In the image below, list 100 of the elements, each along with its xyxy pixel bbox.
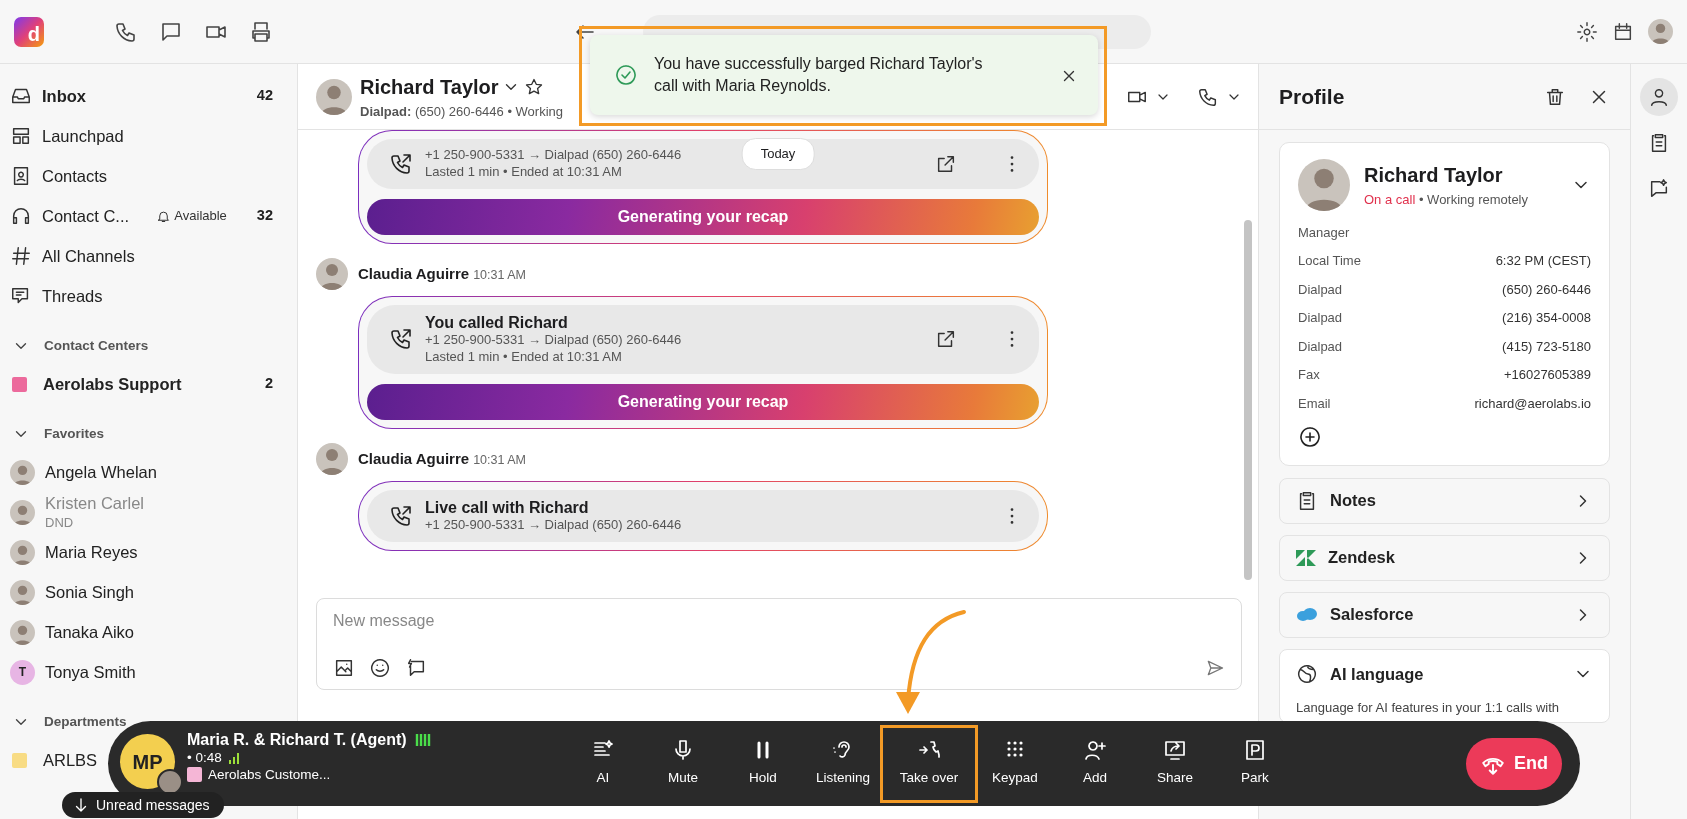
calendar-icon[interactable] [1612, 20, 1634, 43]
printer-icon[interactable] [249, 19, 273, 44]
sidebar-item[interactable]: ARLBS [0, 740, 98, 780]
sidebar-item[interactable]: Launchpad [0, 116, 297, 156]
recap-button[interactable]: Generating your recap [367, 383, 1039, 420]
call-control[interactable]: Park [1215, 730, 1295, 797]
parking-icon [1243, 738, 1267, 763]
field-value: (216) 354-0008 [1502, 309, 1591, 327]
panel-section[interactable]: AI language Language for AI features in your 1:1 calls with [1279, 648, 1610, 723]
call-control[interactable]: Share [1135, 730, 1215, 797]
profile-name: Richard Taylor [1364, 163, 1504, 189]
end-call-button[interactable]: End [1466, 737, 1562, 790]
contact-subtitle: Dialpad: (650) 260-6446 • Working [360, 102, 564, 121]
section-description: Language for AI features in your 1:1 calls with [1296, 699, 1561, 718]
layout-icon [10, 125, 32, 147]
avatar [10, 459, 35, 485]
emoji-icon[interactable] [369, 657, 391, 679]
call-control[interactable]: AI [563, 730, 643, 797]
sidebar-item[interactable]: Tanaka Aiko [0, 612, 134, 652]
headset-icon [10, 205, 32, 227]
panel-title: Profile [1279, 83, 1346, 110]
hash-icon [10, 245, 32, 267]
add-icon[interactable] [1298, 424, 1322, 449]
date-divider: Today [741, 138, 815, 170]
globe-icon [1296, 662, 1318, 685]
toast-message: You have successfully barged Richard Taylor's call with Maria Reynolds. [654, 53, 984, 96]
audio-level-icon [414, 731, 431, 748]
call-status: On a call [1364, 192, 1416, 208]
rail-tab[interactable] [1640, 78, 1678, 116]
field-value: 6:32 PM (CEST) [1495, 252, 1591, 270]
unread-count: 32 [256, 206, 273, 226]
quick-reply-icon[interactable] [405, 657, 427, 679]
call-control[interactable]: Add [1055, 730, 1135, 797]
field-label: Dialpad [1298, 280, 1343, 299]
unread-messages-button[interactable]: Unread messages [62, 792, 224, 818]
panel-section[interactable]: Salesforce [1279, 591, 1610, 638]
sidebar-item[interactable]: Contacts [0, 156, 297, 196]
app-logo[interactable]: d [14, 16, 44, 47]
status-text: Available [156, 206, 227, 226]
recap-button[interactable]: Generating your recap [367, 198, 1039, 235]
sender-name: Claudia Aguirre [358, 264, 470, 282]
field-label: Dialpad [1298, 337, 1343, 356]
unread-count: 2 [264, 374, 273, 394]
message-time: 10:31 AM [473, 267, 526, 282]
scrollbar[interactable] [1244, 220, 1252, 580]
cloud-logo-icon [1296, 606, 1318, 623]
call-control[interactable]: Keypad [975, 730, 1055, 797]
call-control[interactable]: Listening [803, 730, 883, 797]
avatar [10, 499, 35, 525]
image-icon[interactable] [333, 657, 355, 679]
signal-icon [227, 752, 240, 765]
call-details: Lasted 1 min • Ended at 10:31 AM [425, 348, 622, 366]
bell-icon [156, 208, 172, 224]
call-control[interactable]: Take over [886, 730, 972, 797]
avatar [10, 539, 35, 565]
panel-section[interactable]: Zendesk [1279, 534, 1610, 581]
avatar [10, 579, 35, 605]
message-composer[interactable]: New message [316, 598, 1242, 690]
sidebar-item[interactable]: All Channels [0, 236, 297, 276]
sidebar-item[interactable]: Aerolabs Support 2 [0, 364, 297, 404]
call-summary[interactable]: Live call with Richard +1 250-900-5331 → Dialpad (650) 260-6446 [367, 489, 1039, 542]
unread-count: 42 [256, 86, 273, 106]
field-label: Local Time [1298, 252, 1361, 270]
field-label: Fax [1298, 366, 1320, 384]
avatar [10, 619, 35, 645]
sidebar-item[interactable]: Inbox 42 [0, 76, 297, 116]
chat-sparkle-icon [1648, 178, 1670, 200]
star-icon[interactable] [523, 76, 544, 97]
field-value: (415) 723-5180 [1502, 337, 1591, 356]
sidebar-item[interactable]: T Tonya Smith [0, 652, 136, 692]
sidebar-item[interactable]: Contact C... Available 32 [0, 196, 297, 236]
field-value: +16027605389 [1503, 366, 1591, 384]
call-title: Maria R. & Richard T. (Agent) [187, 729, 407, 750]
contact-name: Richard Taylor [360, 74, 499, 100]
zendesk-logo-icon [1296, 549, 1316, 566]
call-route: +1 250-900-5331 → Dialpad (650) 260-6446 [425, 331, 682, 349]
sidebar-item[interactable]: Maria Reyes [0, 532, 138, 572]
sidebar-item[interactable]: Sonia Singh [0, 572, 134, 612]
message-input[interactable]: New message [333, 609, 1225, 633]
person-icon [1648, 86, 1670, 108]
contact-avatar [316, 78, 352, 115]
settings-icon[interactable] [1576, 20, 1598, 43]
sidebar-item[interactable]: Angela Whelan [0, 452, 157, 492]
sender-avatar [316, 442, 348, 475]
call-route: +1 250-900-5331 → Dialpad (650) 260-6446 [425, 516, 682, 534]
outgoing-call-icon [389, 503, 413, 528]
call-control[interactable]: Mute [643, 730, 723, 797]
initial-avatar: T [10, 659, 35, 685]
role-text: Manager [1298, 223, 1350, 242]
outgoing-call-icon [389, 151, 413, 176]
panel-section[interactable]: Notes [1279, 477, 1610, 524]
photo-avatar [157, 769, 183, 795]
call-route: +1 250-900-5331 → Dialpad (650) 260-6446 [425, 147, 682, 164]
section-title: Favorites [44, 424, 105, 443]
queue-name: Aerolabs Custome... [208, 766, 331, 784]
status-note: • Working remotely [1418, 192, 1528, 208]
call-summary[interactable]: You called Richard +1 250-900-5331 → Dialpad (650) 260-6446 Lasted 1 min • Ended at 10:31 AM [367, 304, 1039, 374]
user-avatar [1648, 19, 1673, 44]
call-control[interactable]: Hold [723, 730, 803, 797]
sidebar-item[interactable]: Threads [0, 276, 297, 316]
